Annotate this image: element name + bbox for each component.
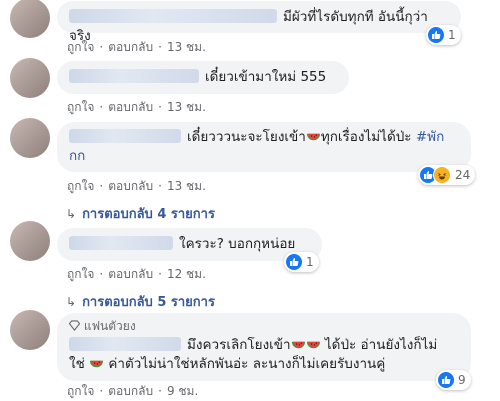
watermelon-icon — [306, 133, 320, 141]
comment-bubble: เดี๋ยวววนะจะโยงเข้า ทุกเรื่องไม่ได้ป่ะ #พ… — [57, 122, 471, 172]
comment-text: ใช่ — [69, 356, 85, 372]
avatar[interactable] — [10, 118, 50, 158]
avatar[interactable] — [10, 310, 50, 350]
thumbs-up-icon — [438, 372, 454, 388]
replies-count: การตอบกลับ 5 รายการ — [82, 295, 215, 310]
like-link[interactable]: ถูกใจ — [67, 100, 94, 114]
avatar[interactable] — [10, 58, 50, 98]
comment-bubble: แฟนตัวยง มึงควรเลิกโยงเข้า ได้ป่ะ อ่านยั… — [57, 313, 471, 381]
comment-text: ใครวะ? บอกกุหน่อย — [179, 236, 296, 252]
view-replies-link[interactable]: ↳ การตอบกลับ 5 รายการ — [66, 291, 215, 312]
timestamp[interactable]: 13 ชม. — [167, 40, 206, 54]
comment-bubble: เดี๋ยวเข้ามาใหม่ 555 — [57, 61, 349, 94]
comment-bubble: ใครวะ? บอกกุหน่อย — [57, 228, 322, 261]
comment-actions: ถูกใจ · ตอบกลับ · 12 ชม. — [67, 267, 206, 281]
watermelon-icon — [291, 341, 305, 349]
commenter-name[interactable] — [69, 129, 181, 143]
fan-badge[interactable]: แฟนตัวยง — [68, 317, 459, 336]
avatar[interactable] — [10, 221, 50, 261]
timestamp[interactable]: 13 ชม. — [167, 179, 206, 193]
comment-text: ทุกเรื่องไม่ได้ป่ะ — [320, 129, 412, 145]
timestamp[interactable]: 13 ชม. — [167, 100, 206, 114]
reaction-summary[interactable]: 1 — [284, 252, 319, 272]
like-link[interactable]: ถูกใจ — [67, 40, 94, 54]
thumbs-up-icon — [286, 254, 302, 270]
comment-actions: ถูกใจ · ตอบกลับ · 13 ชม. — [67, 100, 206, 114]
comment-bubble: มีผัวที่ไรดับทุกที อันนี้กุว่าจริง — [57, 1, 461, 44]
reaction-summary[interactable]: 1 — [426, 25, 461, 45]
watermelon-icon — [90, 360, 104, 368]
comment-text: ค่าตัวไม่น่าใช่หลักพันอ่ะ ละนางก็ไม่เคยร… — [108, 356, 386, 372]
comment-text: เดี๋ยวววนะจะโยงเข้า — [187, 129, 306, 145]
reaction-count: 9 — [458, 373, 466, 387]
like-link[interactable]: ถูกใจ — [67, 179, 94, 193]
timestamp[interactable]: 12 ชม. — [167, 267, 206, 281]
comment-actions: ถูกใจ · ตอบกลับ · 13 ชม. — [67, 179, 206, 193]
comment-actions: ถูกใจ · ตอบกลับ · 13 ชม. — [67, 40, 206, 54]
reply-link[interactable]: ตอบกลับ — [108, 384, 153, 398]
hashtag-link[interactable]: กก — [69, 148, 85, 164]
thumbs-up-icon — [428, 27, 444, 43]
reaction-count: 24 — [455, 168, 471, 182]
like-link[interactable]: ถูกใจ — [67, 267, 94, 281]
commenter-name[interactable] — [69, 69, 199, 83]
hashtag-link[interactable]: #พัก — [416, 129, 444, 145]
replies-count: การตอบกลับ 4 รายการ — [82, 207, 215, 222]
reply-arrow-icon: ↳ — [66, 207, 77, 221]
reaction-count: 1 — [306, 255, 314, 269]
commenter-name[interactable] — [69, 337, 181, 351]
commenter-name[interactable] — [69, 9, 277, 23]
commenter-name[interactable] — [69, 236, 173, 250]
reaction-summary[interactable]: 9 — [436, 370, 471, 390]
reply-link[interactable]: ตอบกลับ — [108, 100, 153, 114]
badge-label: แฟนตัวยง — [83, 319, 136, 333]
reply-link[interactable]: ตอบกลับ — [108, 267, 153, 281]
comment-text: เดี๋ยวเข้ามาใหม่ 555 — [205, 69, 327, 85]
reply-link[interactable]: ตอบกลับ — [108, 179, 153, 193]
like-link[interactable]: ถูกใจ — [67, 384, 94, 398]
watermelon-icon — [306, 341, 320, 349]
reaction-summary[interactable]: 24 — [418, 165, 476, 185]
reply-link[interactable]: ตอบกลับ — [108, 40, 153, 54]
view-replies-link[interactable]: ↳ การตอบกลับ 4 รายการ — [66, 203, 215, 224]
comment-text: มึงควรเลิกโยงเข้า — [187, 337, 291, 353]
reaction-count: 1 — [448, 28, 456, 42]
laughing-face-icon — [433, 166, 451, 184]
comment-actions: ถูกใจ · ตอบกลับ · 9 ชม. — [67, 384, 199, 398]
comment-text: ได้ป่ะ อ่านยังไงก็ไม่ — [324, 337, 438, 353]
diamond-icon — [68, 320, 81, 331]
timestamp[interactable]: 9 ชม. — [167, 384, 198, 398]
reply-arrow-icon: ↳ — [66, 295, 77, 309]
avatar[interactable] — [10, 0, 50, 38]
